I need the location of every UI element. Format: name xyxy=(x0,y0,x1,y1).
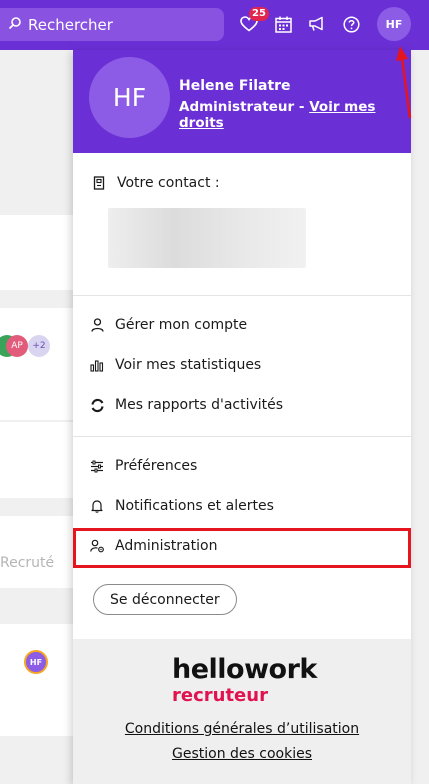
calendar-icon[interactable] xyxy=(272,13,294,35)
menu-item-activity-reports[interactable]: Mes rapports d'activités xyxy=(89,395,283,415)
menu-item-manage-account[interactable]: Gérer mon compte xyxy=(89,315,247,335)
user-role-line: Administrateur - Voir mes droits xyxy=(179,99,411,131)
search-icon xyxy=(8,16,22,34)
candidate-more-chip: +2 xyxy=(28,335,50,357)
top-bar: Rechercher 25 HF xyxy=(0,0,429,50)
background-card xyxy=(0,422,74,498)
status-label: Recruté xyxy=(0,555,55,571)
menu-divider xyxy=(73,436,411,437)
user-icon xyxy=(89,317,105,333)
contact-redacted-block xyxy=(108,208,306,268)
candidate-chip: AP xyxy=(6,335,28,357)
background-card xyxy=(0,624,74,736)
menu-item-label: Préférences xyxy=(115,458,198,474)
search-placeholder: Rechercher xyxy=(28,15,113,34)
background-card xyxy=(0,308,74,420)
role-separator: - xyxy=(294,99,310,115)
bar-chart-icon xyxy=(89,357,105,373)
administration-highlight xyxy=(73,528,411,568)
menu-item-label: Voir mes statistiques xyxy=(115,357,262,373)
annotation-arrow xyxy=(396,46,412,119)
menu-divider xyxy=(73,295,411,296)
user-name: Helene Filatre xyxy=(179,78,291,94)
user-avatar-button[interactable]: HF xyxy=(377,7,411,41)
user-avatar-large: HF xyxy=(89,57,170,138)
background-card xyxy=(0,215,74,290)
notification-badge: 25 xyxy=(249,7,269,21)
contact-section-label: Votre contact : xyxy=(91,173,220,193)
refresh-icon xyxy=(89,397,105,413)
menu-footer: hellowork recruteur Conditions générales… xyxy=(73,639,411,784)
background-card xyxy=(0,516,74,588)
menu-item-label: Notifications et alertes xyxy=(115,498,274,514)
help-icon[interactable] xyxy=(340,13,362,35)
bell-icon xyxy=(89,498,105,514)
logout-button[interactable]: Se déconnecter xyxy=(93,584,237,615)
search-input[interactable]: Rechercher xyxy=(0,8,224,41)
logo-hellowork: hellowork xyxy=(172,654,317,685)
menu-item-notifications[interactable]: Notifications et alertes xyxy=(89,496,274,516)
logo-recruteur: recruteur xyxy=(172,685,268,706)
megaphone-icon[interactable] xyxy=(306,13,328,35)
contact-card-icon xyxy=(91,175,107,191)
terms-link[interactable]: Conditions générales d’utilisation xyxy=(73,721,411,737)
user-profile-header: HF Helene Filatre Administrateur - Voir … xyxy=(73,50,411,153)
menu-item-label: Gérer mon compte xyxy=(115,317,248,333)
menu-item-preferences[interactable]: Préférences xyxy=(89,456,197,476)
contact-label: Votre contact : xyxy=(117,175,220,191)
row-avatar: HF xyxy=(24,650,48,674)
menu-item-statistics[interactable]: Voir mes statistiques xyxy=(89,355,261,375)
cookies-link[interactable]: Gestion des cookies xyxy=(73,746,411,762)
user-role: Administrateur xyxy=(179,99,295,115)
sliders-icon xyxy=(89,458,105,474)
user-dropdown-menu: HF Helene Filatre Administrateur - Voir … xyxy=(73,50,411,784)
menu-item-label: Mes rapports d'activités xyxy=(115,397,284,413)
